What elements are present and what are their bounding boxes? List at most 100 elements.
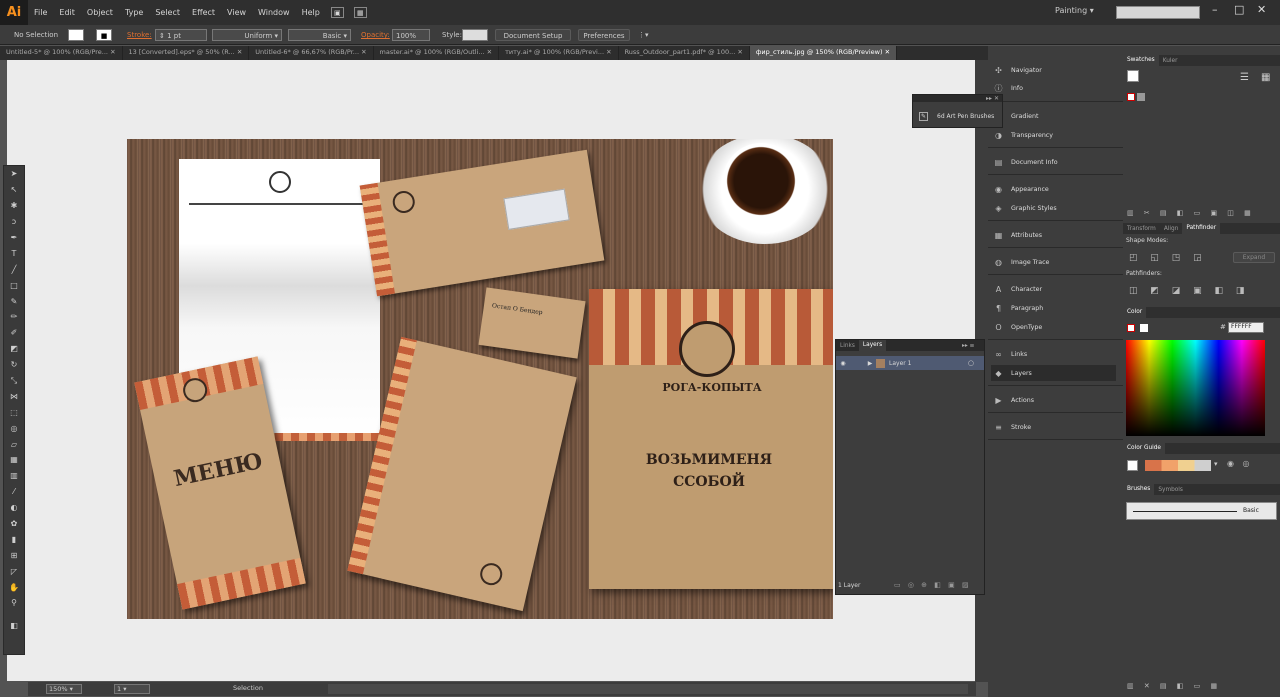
zoom-tool-icon[interactable]: ⚲ (4, 595, 24, 611)
mesh-tool-icon[interactable]: ▦ (4, 452, 24, 468)
document-tab[interactable]: 13 [Converted].eps* @ 50% (R... ✕ (123, 46, 250, 60)
fill-swatch[interactable] (68, 29, 84, 41)
preferences-button[interactable]: Preferences (578, 29, 630, 41)
menu-edit[interactable]: Edit (53, 8, 81, 17)
tab-swatches[interactable]: Swatches (1123, 55, 1159, 66)
tab-links[interactable]: Links (836, 343, 859, 349)
expand-button[interactable]: Expand (1233, 252, 1275, 263)
arrange-documents-icon[interactable]: ▦ (353, 7, 367, 18)
bridge-icon[interactable]: ▣ (330, 7, 344, 18)
list-view-icon[interactable]: ☰ (1240, 72, 1249, 83)
panel-paragraph[interactable]: ¶ Paragraph (993, 303, 1043, 314)
rectangle-tool-icon[interactable]: □ (4, 277, 24, 293)
pathfinder-buttons[interactable]: ◫ ◩ ◪ ▣ ◧ ◨ (1129, 286, 1244, 296)
opacity-field[interactable]: 100% (392, 29, 430, 41)
layers-footer-icons[interactable]: ▭ ◎ ⊕ ◧ ▣ ▨ (894, 581, 969, 589)
menu-type[interactable]: Type (119, 8, 149, 17)
panel-graphic-styles[interactable]: ◈ Graphic Styles (993, 203, 1056, 214)
document-tab[interactable]: Russ_Outdoor_part1.pdf* @ 100... ✕ (619, 46, 750, 60)
document-tab[interactable]: Untitled-6* @ 66,67% (RGB/Pr... ✕ (249, 46, 374, 60)
fill-swatch[interactable] (1127, 70, 1139, 82)
selection-tool-icon[interactable]: ➤ (4, 166, 24, 182)
blend-tool-icon[interactable]: ◐ (4, 500, 24, 516)
expand-arrow-icon[interactable]: ▶ (864, 360, 876, 367)
white-color-chip[interactable] (1140, 324, 1148, 332)
shape-mode-buttons[interactable]: ◰ ◱ ◳ ◲ (1129, 253, 1202, 263)
brushes-footer-icons[interactable]: ▥ ✕ ▤ ◧ ▭ ▦ (1127, 682, 1217, 690)
symbol-sprayer-tool-icon[interactable]: ✿ (4, 516, 24, 532)
document-setup-button[interactable]: Document Setup (495, 29, 571, 41)
registration-swatch[interactable] (1137, 93, 1145, 101)
shape-builder-tool-icon[interactable]: ◎ (4, 420, 24, 436)
grid-view-icon[interactable]: ▦ (1261, 72, 1270, 83)
panel-character[interactable]: A Character (993, 284, 1042, 295)
stroke-label[interactable]: Stroke: (127, 29, 152, 41)
document-tab[interactable]: титу.ai* @ 100% (RGB/Previ... ✕ (499, 46, 619, 60)
pencil-tool-icon[interactable]: ✏ (4, 309, 24, 325)
magic-wand-tool-icon[interactable]: ✱ (4, 198, 24, 214)
tab-layers[interactable]: Layers (858, 340, 887, 351)
gradient-tool-icon[interactable]: ▥ (4, 468, 24, 484)
eyedropper-tool-icon[interactable]: ⁄ (4, 484, 24, 500)
panel-opentype[interactable]: O OpenType (993, 322, 1042, 333)
panel-actions[interactable]: ▶ Actions (993, 395, 1034, 406)
art-pen-brushes-label[interactable]: 6d Art Pen Brushes (937, 113, 994, 120)
document-tab[interactable]: master.ai* @ 100% (RGB/Outli... ✕ (374, 46, 500, 60)
tab-kuler[interactable]: Kuler (1159, 58, 1182, 64)
hex-field[interactable]: FFFFFF (1228, 322, 1264, 333)
stroke-swatch[interactable]: ■ (96, 29, 112, 41)
stroke-weight-field[interactable]: ⇕ 1 pt (155, 29, 207, 41)
document-tab[interactable]: Untitled-5* @ 100% (RGB/Pre... ✕ (0, 46, 123, 60)
slice-tool-icon[interactable]: ◸ (4, 563, 24, 579)
width-tool-icon[interactable]: ⋈ (4, 388, 24, 404)
maximize-icon[interactable]: □ (1234, 3, 1244, 16)
minimize-icon[interactable]: – (1212, 3, 1218, 16)
horizontal-scrollbar[interactable] (328, 684, 968, 694)
menu-help[interactable]: Help (296, 8, 326, 17)
swatches-footer-icons[interactable]: ▥ ✂ ▤ ◧ ▭ ▣ ◫ ▦ (1127, 209, 1251, 217)
menu-window[interactable]: Window (252, 8, 296, 17)
panel-navigator[interactable]: ✣ Navigator (993, 65, 1042, 76)
workspace-switcher[interactable]: Painting ▾ (1055, 6, 1094, 15)
type-tool-icon[interactable]: T (4, 245, 24, 261)
eraser-tool-icon[interactable]: ◩ (4, 341, 24, 357)
none-swatch[interactable] (1127, 93, 1135, 101)
brush-basic[interactable]: Basic (1126, 502, 1277, 520)
brush-select[interactable]: Basic ▾ (288, 29, 351, 41)
visibility-eye-icon[interactable]: ◉ (836, 360, 850, 367)
menu-effect[interactable]: Effect (186, 8, 221, 17)
stroke-profile-select[interactable]: Uniform ▾ (212, 29, 282, 41)
free-transform-tool-icon[interactable]: ⬚ (4, 404, 24, 420)
close-icon[interactable]: ✕ (1257, 3, 1266, 16)
opacity-label[interactable]: Opacity: (361, 29, 390, 41)
panel-links[interactable]: ∞ Links (993, 349, 1027, 360)
panel-transparency[interactable]: ◑ Transparency (993, 130, 1053, 141)
panel-layers[interactable]: ◆ Layers (991, 365, 1116, 381)
arrange-icon[interactable]: ⋮▾ (638, 29, 649, 41)
artboard-tool-icon[interactable]: ⊞ (4, 547, 24, 563)
target-icon[interactable]: ○ (968, 359, 974, 367)
document-tab-active[interactable]: фир_стиль.jpg @ 150% (RGB/Preview) ✕ (749, 46, 898, 60)
rotate-tool-icon[interactable]: ↻ (4, 357, 24, 373)
base-color-swatch[interactable] (1127, 460, 1138, 471)
scale-tool-icon[interactable]: ⤡ (4, 373, 24, 389)
panel-attributes[interactable]: ▦ Attributes (993, 230, 1042, 241)
column-graph-tool-icon[interactable]: ▮ (4, 531, 24, 547)
layer-row[interactable]: ◉ ▶ Layer 1 ○ (836, 356, 984, 370)
panel-appearance[interactable]: ◉ Appearance (993, 184, 1049, 195)
panel-image-trace[interactable]: ◍ Image Trace (993, 257, 1049, 268)
zoom-select[interactable]: 150% ▾ (46, 684, 82, 694)
panel-close-icon[interactable]: ▸▸ ✕ (913, 95, 1002, 102)
tab-brushes[interactable]: Brushes (1123, 484, 1155, 495)
menu-view[interactable]: View (221, 8, 252, 17)
lasso-tool-icon[interactable]: ↄ (4, 214, 24, 230)
line-tool-icon[interactable]: ╱ (4, 261, 24, 277)
harmony-dropdown-icon[interactable]: ▾ (1214, 460, 1218, 468)
panel-menu-icon[interactable]: ▸▸ ≡ (962, 343, 975, 349)
tab-align[interactable]: Align (1160, 226, 1183, 232)
style-swatch[interactable] (462, 29, 488, 41)
search-input[interactable] (1116, 6, 1200, 19)
direct-selection-tool-icon[interactable]: ↖ (4, 182, 24, 198)
pen-tool-icon[interactable]: ✒ (4, 230, 24, 246)
menu-file[interactable]: File (28, 8, 53, 17)
